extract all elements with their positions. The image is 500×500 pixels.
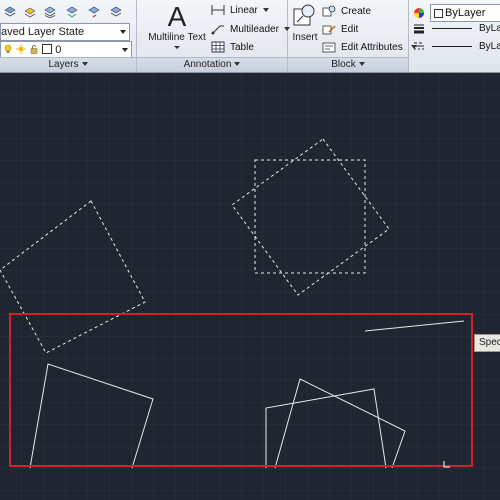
- grid: [0, 73, 500, 500]
- edit-label: Edit: [341, 23, 359, 35]
- linetype-control[interactable]: ByLaye: [413, 40, 500, 52]
- linear-dimension-icon: [211, 5, 225, 15]
- block-panel-title[interactable]: Block: [288, 57, 408, 72]
- linetype-value: ByLaye: [479, 40, 500, 52]
- layer-tool-button-5[interactable]: [84, 2, 104, 22]
- edit-attributes-label: Edit Attributes: [341, 41, 403, 53]
- layer-previous-icon: [88, 6, 100, 18]
- caret-down-icon: [262, 8, 269, 12]
- layers-panel-title[interactable]: Layers: [0, 57, 136, 72]
- multileader-icon: [211, 25, 224, 35]
- linear-dimension-button[interactable]: Linear: [211, 4, 269, 16]
- insert-block-icon: [293, 4, 315, 26]
- caret-down-icon: [234, 62, 241, 67]
- create-label: Create: [341, 5, 372, 17]
- lineweight-icon: [414, 24, 424, 34]
- annotation-panel-title[interactable]: Annotation: [137, 57, 287, 72]
- layer-tool-button-3[interactable]: [40, 2, 60, 22]
- insert-block-button[interactable]: Insert: [290, 3, 320, 43]
- drawing-canvas[interactable]: Specify: [0, 73, 500, 500]
- color-control[interactable]: ByLayer: [413, 4, 500, 22]
- drawing-area[interactable]: [0, 73, 500, 500]
- multiline-text-icon: A: [167, 1, 187, 32]
- block-panel: Insert Create Edit Edit Attributes Block: [288, 0, 417, 72]
- properties-panel: ByLayer ByLaye ByLaye: [409, 0, 500, 72]
- layer-tool-button-6[interactable]: [106, 2, 126, 22]
- annotation-panel-title-label: Annotation: [183, 59, 232, 70]
- chevron-down-icon: [120, 30, 126, 34]
- layer-state-combo[interactable]: aved Layer State: [0, 23, 130, 41]
- block-panel-title-label: Block: [331, 59, 356, 70]
- layer-stack-icon: [4, 6, 16, 17]
- layer-freeze-icon: [24, 7, 36, 18]
- edit-block-icon: [322, 25, 336, 35]
- table-label: Table: [230, 41, 254, 53]
- color-value: ByLayer: [445, 7, 486, 19]
- layer-tool-button-2[interactable]: [20, 2, 40, 22]
- layer-isolate-icon: [44, 6, 56, 18]
- annotation-panel: A Multiline Text Linear Multileader Tabl…: [137, 0, 290, 72]
- create-block-button[interactable]: Create: [322, 5, 371, 17]
- layers-panel: aved Layer State 0 Layers: [0, 0, 137, 72]
- lightbulb-icon: [4, 44, 12, 53]
- lineweight-control[interactable]: ByLaye: [413, 22, 500, 34]
- lineweight-value: ByLaye: [479, 22, 500, 34]
- color-combo[interactable]: ByLayer: [430, 4, 500, 22]
- layer-state-value: aved Layer State: [1, 26, 85, 38]
- edit-attributes-icon: [322, 42, 336, 53]
- multiline-text-button[interactable]: A Multiline Text: [143, 2, 211, 54]
- layer-tool-button-1[interactable]: [0, 2, 20, 22]
- linetype-sample-icon: [432, 45, 472, 47]
- caret-down-icon: [81, 62, 88, 67]
- multileader-label: Multileader: [230, 23, 279, 35]
- color-swatch-icon: [434, 9, 443, 18]
- multiline-text-label: Multiline Text: [148, 32, 206, 43]
- lineweight-sample-icon: [432, 27, 472, 29]
- color-swatch-icon: [42, 44, 53, 54]
- linetype-icon: [414, 42, 424, 50]
- insert-label: Insert: [292, 32, 318, 43]
- layer-match-icon: [66, 6, 78, 18]
- linear-label: Linear: [230, 4, 258, 16]
- chevron-down-icon: [122, 48, 128, 52]
- command-tooltip: Specify: [474, 334, 500, 352]
- table-icon: [211, 41, 225, 53]
- command-tooltip-text: Specify: [479, 337, 500, 348]
- layer-tool-button-4[interactable]: [62, 2, 82, 22]
- lock-icon: [30, 45, 38, 54]
- color-wheel-icon: [414, 8, 424, 18]
- multileader-button[interactable]: Multileader: [211, 23, 290, 35]
- edit-block-button[interactable]: Edit: [322, 23, 358, 35]
- table-button[interactable]: Table: [211, 41, 254, 53]
- sun-icon: [16, 44, 27, 54]
- multiline-text-dropdown-icon: [174, 46, 180, 49]
- caret-down-icon: [358, 62, 365, 67]
- ribbon: aved Layer State 0 Layers A Multiline Te…: [0, 0, 500, 73]
- layer-walk-icon: [110, 6, 122, 17]
- layer-value: 0: [55, 44, 62, 56]
- create-block-icon: [322, 5, 336, 17]
- edit-attributes-button[interactable]: Edit Attributes: [322, 41, 417, 53]
- layers-panel-title-label: Layers: [48, 59, 79, 70]
